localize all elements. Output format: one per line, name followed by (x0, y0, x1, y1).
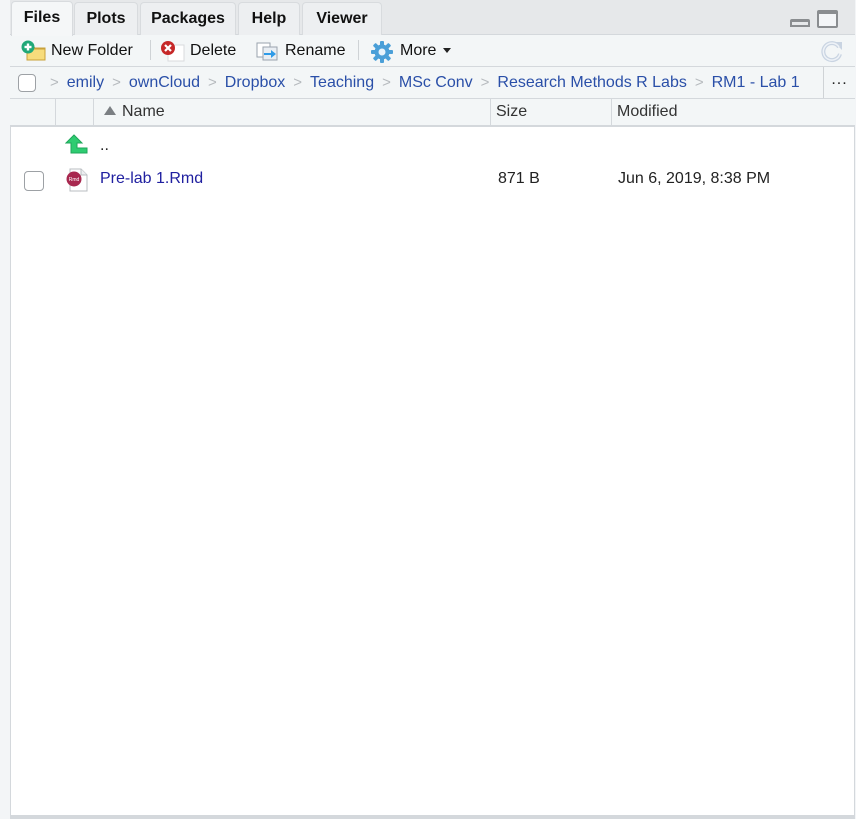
new-folder-icon (21, 40, 46, 62)
svg-text:Rmd: Rmd (69, 177, 80, 183)
tab-help[interactable]: Help (238, 2, 300, 35)
breadcrumb-separator: > (50, 74, 59, 91)
breadcrumb-separator: > (112, 74, 121, 91)
minimize-pane-icon[interactable] (790, 19, 810, 27)
column-header-size[interactable]: Size (491, 99, 612, 125)
dropdown-caret-icon (443, 47, 452, 53)
breadcrumb-item[interactable]: Dropbox (225, 74, 285, 92)
breadcrumb: > emily > ownCloud > Dropbox > Teaching … (10, 67, 855, 99)
new-folder-label: New Folder (51, 42, 133, 59)
tab-files[interactable]: Files (11, 1, 73, 36)
delete-label: Delete (190, 42, 237, 59)
file-checkbox[interactable] (24, 171, 44, 191)
breadcrumb-separator: > (694, 74, 704, 91)
more-menu-button[interactable]: More (370, 35, 452, 67)
breadcrumb-separator: > (208, 74, 217, 91)
file-list: .. Rmd Pre-lab 1.Rmd 871 B Jun 6, 2019, … (10, 127, 855, 815)
new-folder-button[interactable]: New Folder (21, 35, 133, 67)
breadcrumb-separator: > (293, 74, 303, 91)
column-name-label: Name (122, 103, 165, 120)
tab-viewer[interactable]: Viewer (302, 2, 382, 35)
column-header-check (10, 99, 56, 125)
more-label: More (400, 42, 437, 59)
breadcrumb-item[interactable]: Teaching (310, 74, 374, 92)
maximize-pane-icon[interactable] (817, 10, 838, 28)
up-arrow-icon (64, 133, 89, 157)
list-item-parent-directory[interactable]: .. (11, 129, 854, 163)
gear-icon (370, 40, 394, 63)
column-header-modified[interactable]: Modified (612, 99, 855, 125)
column-header-icon (56, 99, 94, 125)
rmd-file-icon: Rmd (65, 168, 89, 192)
column-header-name[interactable]: Name (94, 99, 491, 125)
breadcrumb-item[interactable]: Research Methods R Labs (497, 74, 686, 92)
go-to-directory-button[interactable]: ... (823, 67, 855, 98)
breadcrumb-item[interactable]: ownCloud (129, 74, 200, 92)
breadcrumb-separator: > (382, 74, 391, 91)
parent-directory-link[interactable]: .. (100, 137, 109, 155)
toolbar-divider (150, 40, 151, 60)
tab-plots[interactable]: Plots (74, 2, 138, 35)
list-item[interactable]: Rmd Pre-lab 1.Rmd 871 B Jun 6, 2019, 8:3… (11, 164, 854, 198)
toolbar-divider (358, 40, 359, 60)
sort-ascending-icon (104, 106, 116, 115)
files-toolbar: New Folder Delete Rename More (10, 35, 855, 67)
select-all-checkbox[interactable] (18, 73, 36, 92)
breadcrumb-separator: > (480, 74, 490, 91)
breadcrumb-item[interactable]: emily (67, 74, 104, 92)
file-modified: Jun 6, 2019, 8:38 PM (618, 170, 771, 187)
delete-button[interactable]: Delete (160, 35, 236, 67)
breadcrumb-item-current[interactable]: RM1 - Lab 1 (712, 74, 800, 92)
tab-packages[interactable]: Packages (140, 2, 236, 35)
column-header: Name Size Modified (10, 99, 855, 127)
files-pane: Files Plots Packages Help Viewer New Fol… (10, 0, 855, 819)
file-name-link[interactable]: Pre-lab 1.Rmd (100, 170, 203, 188)
delete-icon (160, 40, 185, 62)
breadcrumb-item[interactable]: MSc Conv (399, 74, 473, 92)
rename-label: Rename (285, 42, 346, 59)
refresh-icon[interactable] (820, 39, 844, 63)
tab-strip: Files Plots Packages Help Viewer (10, 0, 855, 36)
rename-button[interactable]: Rename (255, 35, 345, 67)
file-size: 871 B (498, 170, 540, 187)
rename-icon (255, 40, 279, 62)
pane-bottom-border (10, 815, 855, 819)
